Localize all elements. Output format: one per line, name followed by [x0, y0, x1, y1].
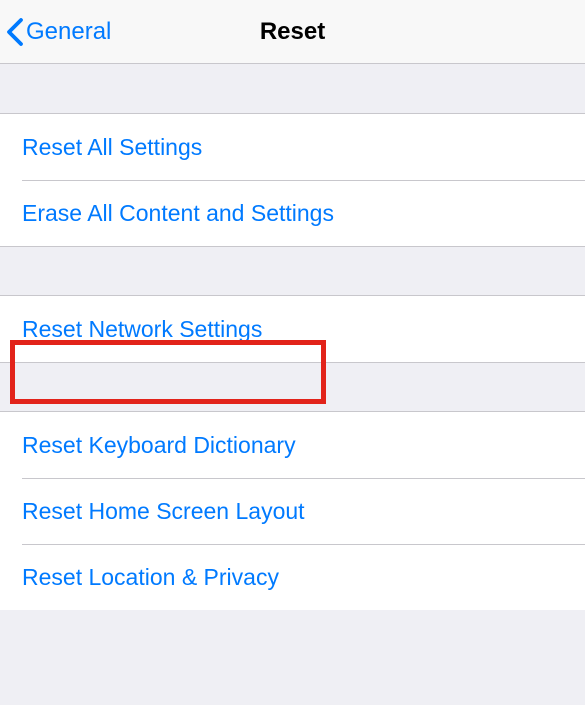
navbar: General Reset — [0, 0, 585, 64]
group-separator — [0, 362, 585, 412]
reset-all-settings[interactable]: Reset All Settings — [0, 114, 585, 180]
back-label: General — [26, 18, 111, 46]
reset-network-settings[interactable]: Reset Network Settings — [0, 296, 585, 362]
settings-group-1: Reset All Settings Erase All Content and… — [0, 114, 585, 246]
cell-label: Reset Keyboard Dictionary — [22, 432, 296, 459]
group-separator — [0, 64, 585, 114]
cell-label: Reset Location & Privacy — [22, 564, 279, 591]
cell-label: Reset Home Screen Layout — [22, 498, 305, 525]
reset-home-screen-layout[interactable]: Reset Home Screen Layout — [0, 478, 585, 544]
reset-keyboard-dictionary[interactable]: Reset Keyboard Dictionary — [0, 412, 585, 478]
chevron-left-icon — [6, 17, 24, 47]
reset-location-and-privacy[interactable]: Reset Location & Privacy — [0, 544, 585, 610]
back-button[interactable]: General — [0, 17, 111, 47]
settings-group-3: Reset Keyboard Dictionary Reset Home Scr… — [0, 412, 585, 610]
cell-label: Reset All Settings — [22, 134, 202, 161]
cell-label: Reset Network Settings — [22, 316, 262, 343]
settings-group-2: Reset Network Settings — [0, 296, 585, 362]
erase-all-content-and-settings[interactable]: Erase All Content and Settings — [0, 180, 585, 246]
cell-label: Erase All Content and Settings — [22, 200, 334, 227]
group-separator — [0, 246, 585, 296]
